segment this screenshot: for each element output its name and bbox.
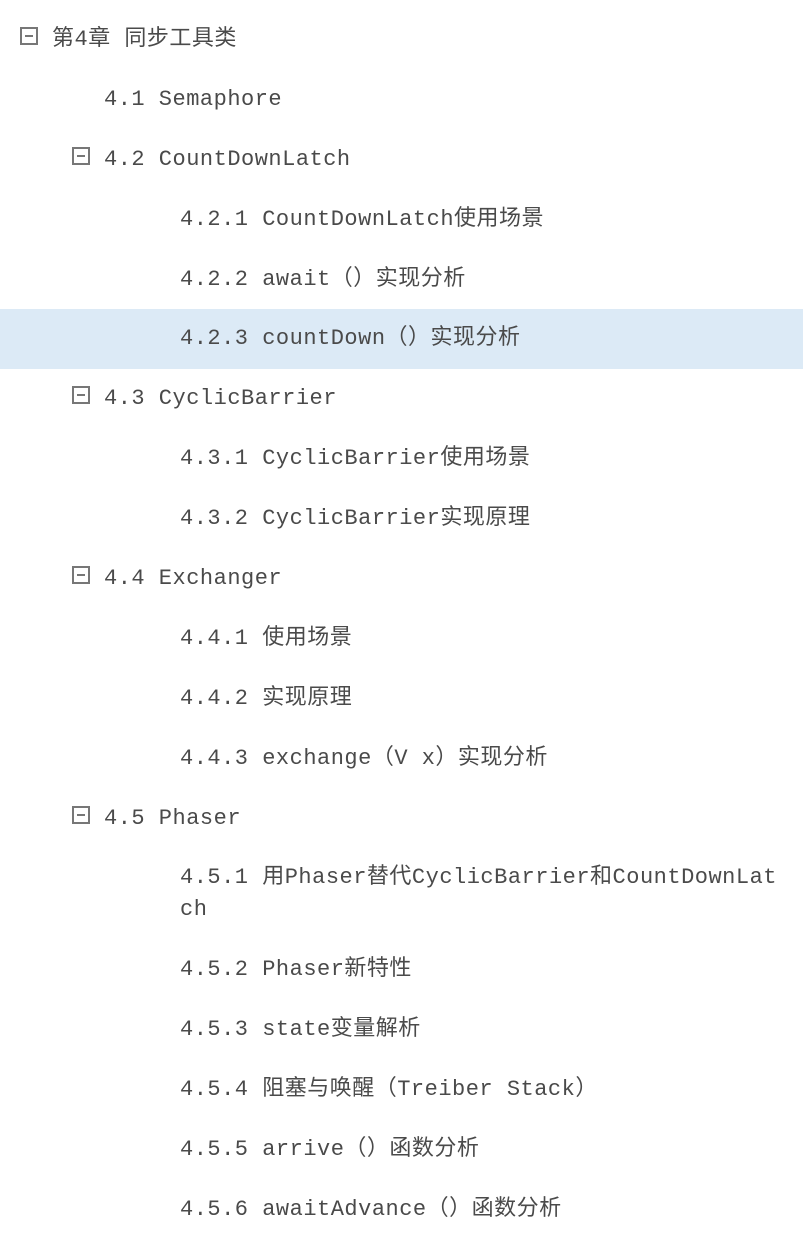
toc-item[interactable]: 4.1 Semaphore <box>0 70 803 130</box>
toc-item-label: 4.5.2 Phaser新特性 <box>180 954 803 986</box>
toc-item[interactable]: 4.4.1 使用场景 <box>0 609 803 669</box>
toc-item-label: 4.5.6 awaitAdvance（）函数分析 <box>180 1194 803 1226</box>
collapse-icon[interactable] <box>72 566 90 584</box>
toc-item[interactable]: 4.3.2 CyclicBarrier实现原理 <box>0 489 803 549</box>
toc-item-label: 4.3.2 CyclicBarrier实现原理 <box>180 503 803 535</box>
toc-tree: 第4章 同步工具类 4.1 Semaphore 4.2 CountDownLatch… <box>0 0 803 1250</box>
toc-item-label: 4.2.1 CountDownLatch使用场景 <box>180 204 803 236</box>
toc-item-label: 4.5 Phaser <box>104 803 803 835</box>
toc-item-label: 4.4.1 使用场景 <box>180 623 803 655</box>
toc-item[interactable]: 第4章 同步工具类 <box>0 10 803 70</box>
toc-item[interactable]: 4.5.4 阻塞与唤醒（Treiber Stack） <box>0 1060 803 1120</box>
toggle-spacer <box>72 84 90 102</box>
collapse-icon[interactable] <box>72 806 90 824</box>
toc-item-label: 4.3.1 CyclicBarrier使用场景 <box>180 443 803 475</box>
toc-item[interactable]: 4.2.2 await（）实现分析 <box>0 250 803 310</box>
toc-item[interactable]: 4.2.1 CountDownLatch使用场景 <box>0 190 803 250</box>
toc-item[interactable]: 4.5.5 arrive（）函数分析 <box>0 1120 803 1180</box>
toc-item-label: 4.5.1 用Phaser替代CyclicBarrier和CountDownLa… <box>180 862 803 926</box>
toc-item[interactable]: 4.5.3 state变量解析 <box>0 1000 803 1060</box>
toc-item-label: 4.2.3 countDown（）实现分析 <box>180 323 803 355</box>
toc-item[interactable]: 4.5 Phaser <box>0 789 803 849</box>
toc-item[interactable]: 4.3 CyclicBarrier <box>0 369 803 429</box>
collapse-icon[interactable] <box>20 27 38 45</box>
collapse-icon[interactable] <box>72 147 90 165</box>
collapse-icon[interactable] <box>72 386 90 404</box>
toc-item-label: 4.5.4 阻塞与唤醒（Treiber Stack） <box>180 1074 803 1106</box>
toc-item-label: 第4章 同步工具类 <box>52 24 803 56</box>
toc-item[interactable]: 4.4.2 实现原理 <box>0 669 803 729</box>
toc-item-label: 4.4.3 exchange（V x）实现分析 <box>180 743 803 775</box>
toc-item-label: 4.2.2 await（）实现分析 <box>180 264 803 296</box>
toc-item-label: 4.3 CyclicBarrier <box>104 383 803 415</box>
toc-item[interactable]: 4.2 CountDownLatch <box>0 130 803 190</box>
toc-item[interactable]: 4.5.6 awaitAdvance（）函数分析 <box>0 1180 803 1240</box>
toc-item[interactable]: 4.3.1 CyclicBarrier使用场景 <box>0 429 803 489</box>
toc-item[interactable]: 4.4 Exchanger <box>0 549 803 609</box>
toc-item[interactable]: 4.4.3 exchange（V x）实现分析 <box>0 729 803 789</box>
toc-item-label: 4.4 Exchanger <box>104 563 803 595</box>
toc-item[interactable]: 4.2.3 countDown（）实现分析 <box>0 309 803 369</box>
toc-item[interactable]: 4.5.2 Phaser新特性 <box>0 940 803 1000</box>
toc-item-label: 4.1 Semaphore <box>104 84 803 116</box>
toc-item-label: 4.5.3 state变量解析 <box>180 1014 803 1046</box>
toc-item-label: 4.5.5 arrive（）函数分析 <box>180 1134 803 1166</box>
toc-item-label: 4.4.2 实现原理 <box>180 683 803 715</box>
toc-item[interactable]: 4.5.1 用Phaser替代CyclicBarrier和CountDownLa… <box>0 848 803 940</box>
toc-item-label: 4.2 CountDownLatch <box>104 144 803 176</box>
